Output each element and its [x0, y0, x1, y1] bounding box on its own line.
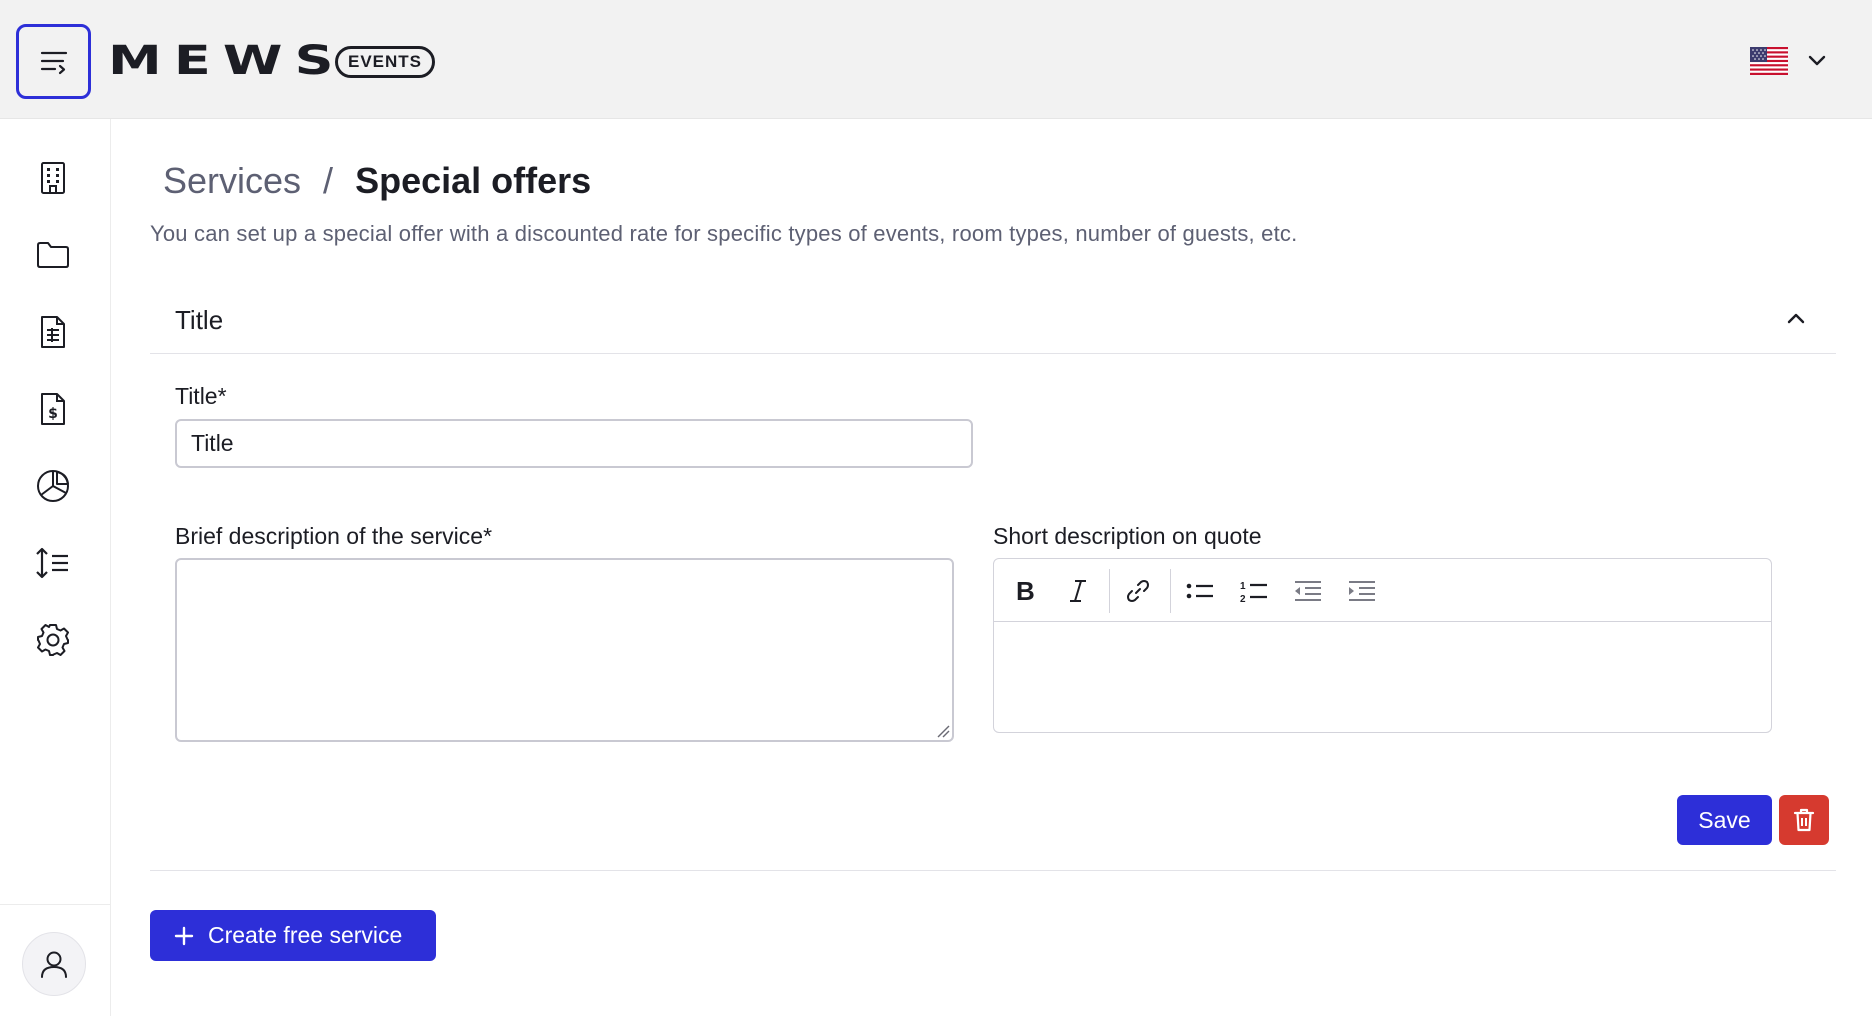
link-button[interactable]	[1120, 573, 1156, 609]
title-section-header[interactable]: Title	[150, 296, 1836, 354]
pie-chart-icon	[37, 470, 69, 502]
quote-description-editor[interactable]: B 1 2	[993, 558, 1772, 733]
user-icon	[41, 951, 67, 978]
numbered-list-icon: 1 2	[1240, 581, 1267, 604]
svg-text:1: 1	[1240, 581, 1246, 592]
chevron-down-icon	[1808, 55, 1826, 66]
svg-text:2: 2	[1240, 594, 1246, 604]
page-title: Special offers	[355, 160, 592, 201]
profile-button[interactable]	[22, 932, 86, 996]
italic-icon	[1070, 580, 1086, 602]
editor-toolbar: B 1 2	[994, 559, 1771, 622]
breadcrumb-services-link[interactable]: Services	[163, 160, 301, 202]
resize-grip-icon[interactable]	[936, 724, 950, 738]
title-field-label: Title*	[175, 383, 227, 409]
brief-description-textarea[interactable]	[175, 558, 954, 742]
language-selector[interactable]	[1750, 46, 1826, 76]
title-input[interactable]	[175, 419, 973, 468]
section-divider	[150, 870, 1836, 871]
chevron-up-icon	[1787, 313, 1805, 324]
indent-button[interactable]	[1344, 573, 1380, 609]
svg-text:$: $	[48, 406, 58, 422]
sidebar-item-documents[interactable]	[31, 310, 75, 354]
folder-icon	[37, 242, 69, 268]
breadcrumb: Services / Special offers	[163, 160, 591, 202]
outdent-icon	[1295, 581, 1321, 601]
brief-description-label: Brief description of the service*	[175, 523, 493, 549]
gear-icon	[37, 624, 69, 656]
events-badge: EVENTS	[335, 46, 436, 78]
indent-icon	[1349, 581, 1375, 601]
sidebar-item-settings[interactable]	[31, 618, 75, 662]
create-free-service-button[interactable]: Create free service	[150, 910, 436, 961]
sidebar-item-sorting[interactable]	[31, 541, 75, 585]
bold-button[interactable]: B	[1007, 573, 1043, 609]
delete-button[interactable]	[1779, 795, 1829, 845]
sidebar: $	[0, 119, 111, 1016]
toolbar-separator	[1170, 569, 1171, 613]
document-list-icon	[41, 316, 65, 348]
link-icon	[1127, 580, 1149, 602]
page-description: You can set up a special offer with a di…	[150, 221, 1298, 246]
mews-logo: MEWS	[108, 38, 346, 84]
menu-toggle-button[interactable]	[16, 24, 91, 99]
section-title: Title	[175, 305, 224, 335]
sidebar-item-folders[interactable]	[31, 233, 75, 277]
plus-icon	[174, 926, 194, 945]
sidebar-item-reports[interactable]	[31, 464, 75, 508]
sidebar-item-invoices[interactable]: $	[31, 387, 75, 431]
invoice-dollar-icon: $	[41, 393, 65, 425]
svg-text:B: B	[1016, 578, 1035, 604]
create-free-service-label: Create free service	[208, 922, 403, 948]
building-icon	[41, 162, 65, 194]
us-flag-icon	[1750, 47, 1788, 75]
numbered-list-button[interactable]: 1 2	[1236, 573, 1272, 609]
bulleted-list-button[interactable]	[1182, 573, 1218, 609]
toolbar-separator	[1109, 569, 1110, 613]
italic-button[interactable]	[1060, 573, 1096, 609]
trash-icon	[1793, 808, 1815, 832]
outdent-button[interactable]	[1290, 573, 1326, 609]
top-bar: MEWS EVENTS	[0, 0, 1872, 119]
quote-description-label: Short description on quote	[993, 523, 1262, 549]
sidebar-divider	[0, 904, 111, 905]
breadcrumb-separator: /	[323, 160, 334, 201]
bulleted-list-icon	[1186, 583, 1213, 599]
save-button[interactable]: Save	[1677, 795, 1772, 845]
menu-icon	[40, 51, 67, 74]
sidebar-item-properties[interactable]	[31, 156, 75, 200]
sort-lines-icon	[36, 547, 68, 579]
bold-icon: B	[1016, 578, 1035, 604]
